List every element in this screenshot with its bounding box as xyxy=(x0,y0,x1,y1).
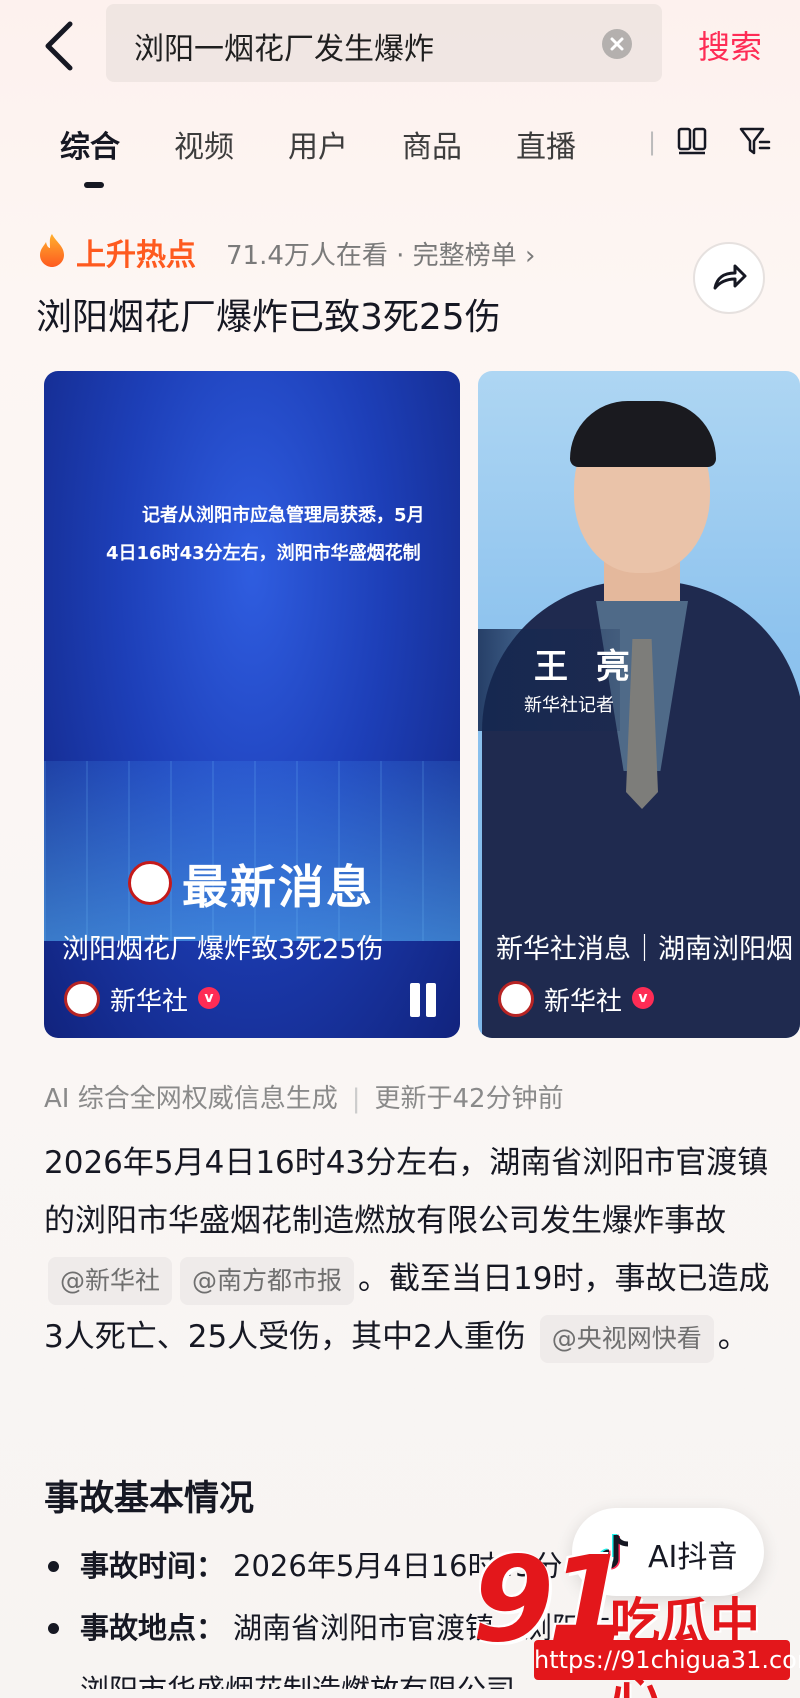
verified-icon: v xyxy=(632,987,654,1009)
tab-video[interactable]: 视频 xyxy=(174,122,234,170)
video-card-anchor[interactable]: 王 亮 新华社记者 新华社消息｜湖南浏阳烟 新华社 v xyxy=(478,371,800,1038)
divider: | xyxy=(351,1084,361,1114)
ai-source-text: AI 综合全网权威信息生成 xyxy=(44,1084,338,1114)
watermark-url: https://91chigua31.com xyxy=(534,1640,800,1680)
flame-icon xyxy=(36,232,68,268)
tab-users[interactable]: 用户 xyxy=(288,122,348,170)
anchor-title: 新华社记者 xyxy=(524,695,614,716)
source-name: 新华社 xyxy=(110,987,189,1017)
card-subtitle: 新华社消息｜湖南浏阳烟 xyxy=(496,934,793,965)
hot-topic-headline[interactable]: 浏阳烟花厂爆炸已致3死25伤 xyxy=(36,288,501,340)
clear-icon[interactable] xyxy=(602,29,632,59)
pause-icon[interactable] xyxy=(408,983,438,1017)
tab-products[interactable]: 商品 xyxy=(402,122,462,170)
ai-douyin-label: AI抖音 xyxy=(648,1540,738,1575)
source-avatar xyxy=(498,981,534,1017)
xinhua-emblem-icon xyxy=(128,861,172,905)
more-tabs-fade: | xyxy=(648,128,657,156)
anchor-name: 王 亮 xyxy=(534,647,638,687)
summary-text: 。 xyxy=(717,1319,749,1355)
share-icon xyxy=(713,264,747,290)
source-avatar xyxy=(64,981,100,1017)
video-card-latest-news[interactable]: 记者从浏阳市应急管理局获悉，5月4日16时43分左右，浏阳市华盛烟花制 最新消息… xyxy=(44,371,460,1038)
search-input[interactable]: 浏阳一烟花厂发生爆炸 xyxy=(106,4,662,82)
search-button[interactable]: 搜索 xyxy=(698,22,762,68)
back-arrow-icon xyxy=(45,21,73,71)
fact-label: 事故时间： xyxy=(80,1549,226,1583)
card-subtitle: 浏阳烟花厂爆炸致3死25伤 xyxy=(62,934,384,965)
source-mention[interactable]: @央视网快看 xyxy=(539,1314,714,1363)
ai-summary-paragraph: 2026年5月4日16时43分左右，湖南省浏阳市官渡镇的浏阳市华盛烟花制造燃放有… xyxy=(44,1134,770,1366)
filter-icon[interactable] xyxy=(738,124,772,158)
card-body-text: 记者从浏阳市应急管理局获悉，5月4日16时43分左右，浏阳市华盛烟花制 xyxy=(106,505,425,564)
source-mention[interactable]: @南方都市报 xyxy=(180,1256,355,1305)
share-button[interactable] xyxy=(693,242,765,314)
ai-summary-meta: AI 综合全网权威信息生成 | 更新于42分钟前 xyxy=(44,1078,564,1115)
hot-topic-label: 上升热点 xyxy=(76,238,196,273)
summary-text: 2026年5月4日16时43分左右，湖南省浏阳市官渡镇的浏阳市华盛烟花制造燃放有… xyxy=(44,1145,769,1239)
source-mention[interactable]: @新华社 xyxy=(48,1256,173,1305)
verified-icon: v xyxy=(198,987,220,1009)
fact-label: 事故地点： xyxy=(80,1611,226,1645)
tab-all[interactable]: 综合 xyxy=(60,122,120,170)
section-title: 事故基本情况 xyxy=(44,1479,255,1519)
tab-indicator xyxy=(84,182,104,188)
source-name: 新华社 xyxy=(544,987,623,1017)
layout-toggle-icon[interactable] xyxy=(676,124,708,156)
updated-time: 更新于42分钟前 xyxy=(374,1084,564,1114)
tab-bar: 综合 视频 用户 商品 直播 xyxy=(60,122,630,170)
tab-live[interactable]: 直播 xyxy=(516,122,576,170)
hot-topic-meta[interactable]: 71.4万人在看 · 完整榜单 › xyxy=(226,235,535,272)
search-query: 浏阳一烟花厂发生爆炸 xyxy=(134,32,434,67)
card-big-title: 最新消息 xyxy=(182,860,374,914)
back-button[interactable] xyxy=(40,18,80,74)
anchor-hair xyxy=(570,401,716,467)
